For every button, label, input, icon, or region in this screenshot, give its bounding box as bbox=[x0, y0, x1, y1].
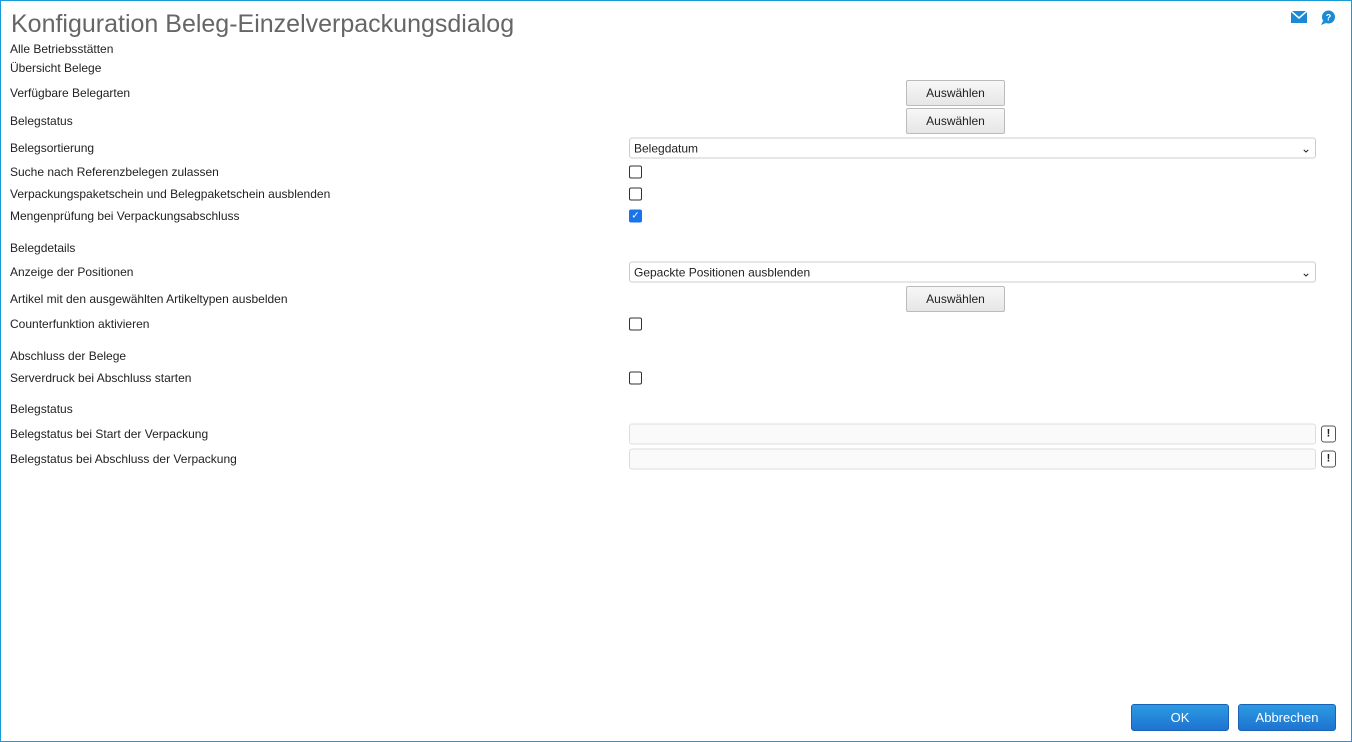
selected-value: Belegdatum bbox=[634, 141, 699, 155]
paketschein-checkbox[interactable] bbox=[629, 187, 642, 201]
label-counter: Counterfunktion aktivieren bbox=[10, 317, 150, 331]
section-uebersicht: Übersicht Belege bbox=[10, 61, 102, 75]
anzeige-positionen-select[interactable]: Gepackte Positionen ausblenden ⌄ bbox=[629, 261, 1316, 283]
label-paketschein: Verpackungspaketschein und Belegpaketsch… bbox=[10, 187, 331, 201]
referenz-checkbox[interactable] bbox=[629, 165, 642, 179]
status-start-input[interactable] bbox=[629, 423, 1316, 445]
page-title: Konfiguration Beleg-Einzelverpackungsdia… bbox=[11, 10, 515, 38]
mengenpruefung-checkbox[interactable]: ✓ bbox=[629, 209, 642, 223]
label-status-start: Belegstatus bei Start der Verpackung bbox=[10, 427, 209, 441]
status-ende-lookup-button[interactable]: ! bbox=[1321, 450, 1336, 468]
help-icon[interactable]: ? bbox=[1320, 10, 1336, 26]
mail-icon[interactable] bbox=[1291, 11, 1307, 23]
label-belegsortierung: Belegsortierung bbox=[10, 141, 95, 155]
label-status-ende: Belegstatus bei Abschluss der Verpackung bbox=[10, 452, 237, 466]
counter-checkbox[interactable] bbox=[629, 317, 642, 331]
label-referenz: Suche nach Referenzbelegen zulassen bbox=[10, 165, 219, 179]
cancel-button[interactable]: Abbrechen bbox=[1238, 704, 1336, 731]
label-serverdruck: Serverdruck bei Abschluss starten bbox=[10, 371, 192, 385]
ok-button[interactable]: OK bbox=[1131, 704, 1229, 731]
belegstatus-select-button[interactable]: Auswählen bbox=[906, 108, 1005, 134]
chevron-down-icon: ⌄ bbox=[1300, 265, 1311, 279]
label-belegstatus: Belegstatus bbox=[10, 114, 73, 128]
chevron-down-icon: ⌄ bbox=[1300, 141, 1311, 155]
label-artikeltypen: Artikel mit den ausgewählten Artikeltype… bbox=[10, 292, 288, 306]
label-mengenpruefung: Mengenprüfung bei Verpackungsabschluss bbox=[10, 209, 240, 223]
scope-label: Alle Betriebsstätten bbox=[10, 42, 114, 56]
selected-value: Gepackte Positionen ausblenden bbox=[634, 265, 811, 279]
dialog-window: Konfiguration Beleg-Einzelverpackungsdia… bbox=[0, 0, 1352, 742]
serverdruck-checkbox[interactable] bbox=[629, 371, 642, 385]
belegarten-select-button[interactable]: Auswählen bbox=[906, 80, 1005, 106]
label-verfuegbare-belegarten: Verfügbare Belegarten bbox=[10, 86, 131, 100]
artikeltypen-select-button[interactable]: Auswählen bbox=[906, 286, 1005, 312]
status-ende-input[interactable] bbox=[629, 448, 1316, 470]
status-start-lookup-button[interactable]: ! bbox=[1321, 425, 1336, 443]
section-belegdetails: Belegdetails bbox=[10, 241, 76, 255]
belegsortierung-select[interactable]: Belegdatum ⌄ bbox=[629, 137, 1316, 159]
section-belegstatus: Belegstatus bbox=[10, 402, 73, 416]
label-anzeige-positionen: Anzeige der Positionen bbox=[10, 265, 134, 279]
svg-text:?: ? bbox=[1326, 13, 1332, 23]
section-abschluss: Abschluss der Belege bbox=[10, 349, 127, 363]
